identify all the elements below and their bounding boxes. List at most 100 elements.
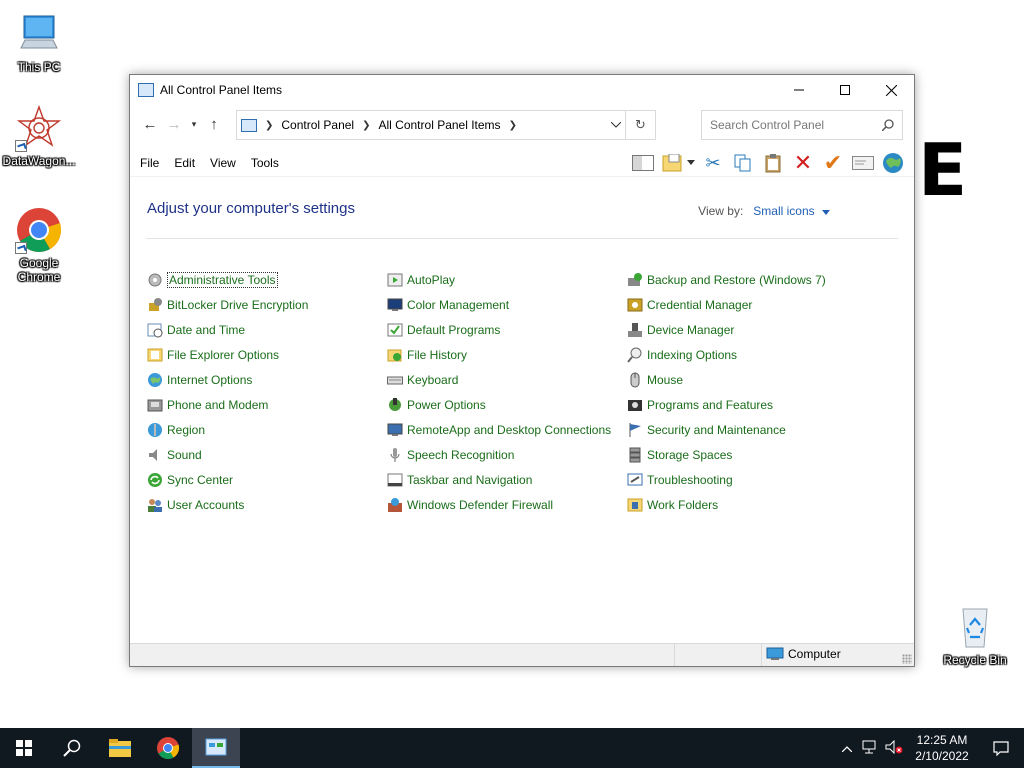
monitor-icon	[15, 10, 63, 58]
cp-item-file-history[interactable]: File History	[387, 342, 611, 367]
cp-item-region[interactable]: Region	[147, 417, 308, 442]
shortcut-arrow-icon	[15, 242, 27, 254]
breadcrumb-control-panel[interactable]: Control Panel	[281, 118, 354, 132]
cp-item-sound[interactable]: Sound	[147, 442, 308, 467]
maximize-icon	[840, 85, 850, 95]
cp-item-taskbar-navigation[interactable]: Taskbar and Navigation	[387, 467, 611, 492]
menu-tools[interactable]: Tools	[251, 156, 279, 170]
status-divider	[761, 644, 762, 666]
rename-button[interactable]: ✔	[818, 150, 848, 176]
network-globe-button[interactable]	[878, 150, 908, 176]
close-button[interactable]	[868, 75, 914, 105]
cp-item-user-accounts[interactable]: User Accounts	[147, 492, 308, 517]
cp-item-mouse[interactable]: Mouse	[627, 367, 826, 392]
up-button[interactable]: ↑	[202, 112, 226, 136]
desktop-icon-this-pc[interactable]: This PC	[1, 10, 77, 74]
maximize-button[interactable]	[822, 75, 868, 105]
control-panel-icon	[138, 83, 154, 97]
cp-item-sync-center[interactable]: Sync Center	[147, 467, 308, 492]
cut-button[interactable]: ✂	[698, 150, 728, 176]
title-bar[interactable]: All Control Panel Items	[130, 75, 914, 105]
chrome-icon	[157, 737, 180, 759]
cp-item-programs-features[interactable]: Programs and Features	[627, 392, 826, 417]
minimize-icon	[794, 89, 804, 91]
delete-button[interactable]: ✕	[788, 150, 818, 176]
start-button[interactable]	[0, 728, 48, 768]
menu-file[interactable]: File	[140, 156, 159, 170]
credential-vault-icon	[627, 297, 643, 313]
paste-button[interactable]	[758, 150, 788, 176]
preview-pane-button[interactable]	[628, 150, 658, 176]
volume-button[interactable]	[882, 739, 906, 757]
recent-locations-button[interactable]: ▾	[186, 112, 202, 136]
search-icon	[63, 739, 81, 757]
cp-item-power-options[interactable]: Power Options	[387, 392, 611, 417]
toolbar: ✂ ✕ ✔	[628, 149, 908, 177]
refresh-button[interactable]: ↻	[625, 111, 655, 139]
search-input[interactable]: Search Control Panel	[710, 118, 882, 132]
search-box[interactable]: Search Control Panel	[701, 110, 903, 140]
forward-button[interactable]: →	[162, 112, 186, 136]
desktop-icon-google-chrome[interactable]: Google Chrome	[1, 206, 77, 284]
folder-options-icon	[147, 347, 163, 363]
desktop-icon-datawagon[interactable]: DataWagon...	[1, 104, 77, 168]
taskbar-file-explorer[interactable]	[96, 728, 144, 768]
breadcrumb-separator-icon[interactable]: ❯	[509, 120, 517, 131]
cp-item-file-explorer-options[interactable]: File Explorer Options	[147, 342, 308, 367]
breadcrumb-separator-icon[interactable]: ❯	[265, 120, 273, 131]
cp-item-default-programs[interactable]: Default Programs	[387, 317, 611, 342]
device-manager-icon	[627, 322, 643, 338]
status-computer: Computer	[766, 647, 841, 661]
resize-grip[interactable]	[902, 654, 912, 664]
breadcrumb-all-items[interactable]: All Control Panel Items	[379, 118, 501, 132]
scissors-icon: ✂	[705, 152, 721, 173]
copy-button[interactable]	[728, 150, 758, 176]
cp-item-remoteapp[interactable]: RemoteApp and Desktop Connections	[387, 417, 611, 442]
cp-item-credential-manager[interactable]: Credential Manager	[627, 292, 826, 317]
cp-item-defender-firewall[interactable]: Windows Defender Firewall	[387, 492, 611, 517]
sync-icon	[147, 472, 163, 488]
cp-item-backup-restore[interactable]: Backup and Restore (Windows 7)	[627, 267, 826, 292]
cp-item-troubleshooting[interactable]: Troubleshooting	[627, 467, 826, 492]
menu-edit[interactable]: Edit	[174, 156, 195, 170]
view-by-dropdown[interactable]: Small icons	[753, 204, 814, 218]
email-button[interactable]	[848, 150, 878, 176]
address-dropdown-button[interactable]	[607, 116, 625, 134]
clock[interactable]: 12:25 AM 2/10/2022	[906, 732, 978, 764]
troubleshoot-icon	[627, 472, 643, 488]
flag-icon	[627, 422, 643, 438]
cp-item-keyboard[interactable]: Keyboard	[387, 367, 611, 392]
show-hidden-icons-button[interactable]	[836, 741, 858, 755]
minimize-button[interactable]	[776, 75, 822, 105]
properties-dropdown-button[interactable]	[658, 150, 698, 176]
taskbar-search-button[interactable]	[48, 728, 96, 768]
menu-view[interactable]: View	[210, 156, 236, 170]
taskbar-chrome[interactable]	[144, 728, 192, 768]
cp-item-work-folders[interactable]: Work Folders	[627, 492, 826, 517]
items-column-3: Backup and Restore (Windows 7) Credentia…	[627, 267, 826, 517]
default-programs-icon	[387, 322, 403, 338]
phone-icon	[147, 397, 163, 413]
cp-item-indexing-options[interactable]: Indexing Options	[627, 342, 826, 367]
cp-item-storage-spaces[interactable]: Storage Spaces	[627, 442, 826, 467]
preview-pane-icon	[632, 155, 654, 171]
cp-item-date-and-time[interactable]: Date and Time	[147, 317, 308, 342]
cp-item-bitlocker[interactable]: BitLocker Drive Encryption	[147, 292, 308, 317]
notifications-button[interactable]	[978, 728, 1024, 768]
address-bar[interactable]: ❯ Control Panel ❯ All Control Panel Item…	[236, 110, 656, 140]
cp-item-administrative-tools[interactable]: Administrative Tools	[147, 267, 308, 292]
cp-item-security-maintenance[interactable]: Security and Maintenance	[627, 417, 826, 442]
cp-item-internet-options[interactable]: Internet Options	[147, 367, 308, 392]
cp-item-phone-and-modem[interactable]: Phone and Modem	[147, 392, 308, 417]
breadcrumb-separator-icon[interactable]: ❯	[362, 120, 370, 131]
taskbar-control-panel[interactable]	[192, 728, 240, 768]
cp-item-speech-recognition[interactable]: Speech Recognition	[387, 442, 611, 467]
network-button[interactable]	[858, 740, 882, 757]
cp-item-color-management[interactable]: Color Management	[387, 292, 611, 317]
desktop-icon-label: Google Chrome	[17, 256, 61, 284]
back-button[interactable]: ←	[138, 112, 162, 136]
speaker-icon	[147, 447, 163, 463]
cp-item-autoplay[interactable]: AutoPlay	[387, 267, 611, 292]
cp-item-device-manager[interactable]: Device Manager	[627, 317, 826, 342]
desktop-icon-recycle-bin[interactable]: Recycle Bin	[937, 603, 1013, 667]
